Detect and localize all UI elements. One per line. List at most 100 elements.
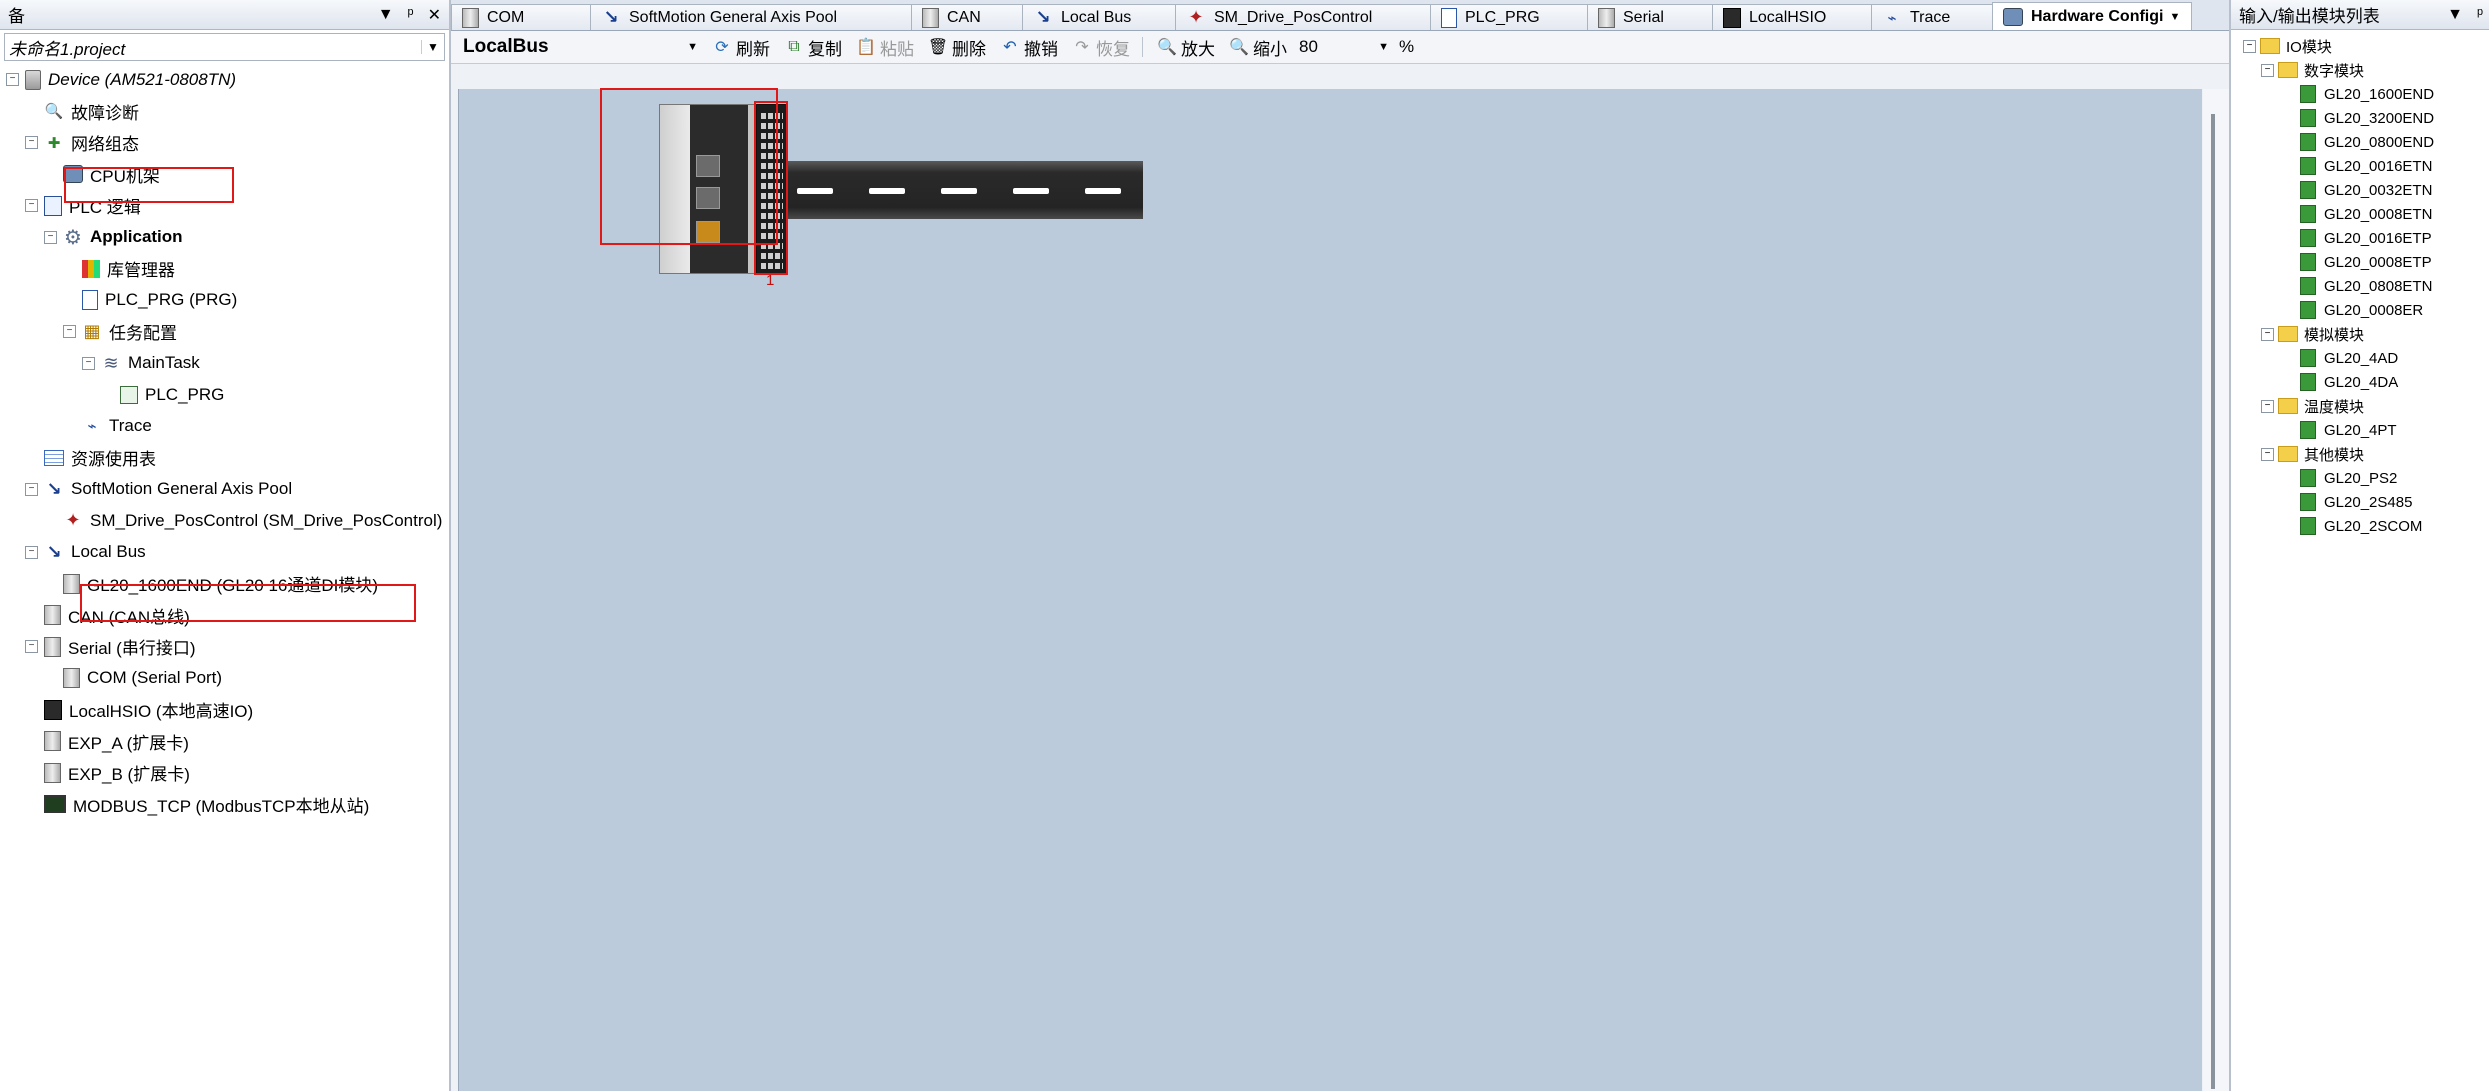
tab-localhsio[interactable]: LocalHSIO — [1712, 4, 1872, 30]
tab-serial[interactable]: Serial — [1587, 4, 1713, 30]
undo-button[interactable]: ↶ 撤销 — [1000, 35, 1058, 60]
io-module-item[interactable]: GL20_0008ETP — [2231, 250, 2489, 274]
io-tree-root[interactable]: − IO模块 — [2231, 34, 2489, 58]
tab-softmotion-general-axis-pool[interactable]: ↘ SoftMotion General Axis Pool — [590, 4, 912, 30]
io-tree-group[interactable]: − 温度模块 — [2231, 394, 2489, 418]
tree-item[interactable]: ⌁ Trace — [0, 411, 449, 443]
zoom-in-button[interactable]: 🔍 放大 — [1157, 35, 1215, 60]
tree-item[interactable]: 🔍 故障诊断 — [0, 96, 449, 128]
io-module-item[interactable]: GL20_0032ETN — [2231, 178, 2489, 202]
tab-plc-prg[interactable]: PLC_PRG — [1430, 4, 1588, 30]
chevron-down-icon[interactable]: ▼ — [687, 41, 698, 53]
collapse-toggle-icon[interactable]: − — [6, 73, 19, 87]
collapse-toggle-icon[interactable]: − — [2243, 39, 2256, 53]
io-module-item[interactable]: GL20_2S485 — [2231, 490, 2489, 514]
copy-button[interactable]: ⧉ 复制 — [784, 35, 842, 60]
panel-menu-button[interactable]: ▼ — [2447, 6, 2463, 24]
io-module-item[interactable]: GL20_0008ETN — [2231, 202, 2489, 226]
chevron-down-icon[interactable]: ▼ — [2169, 11, 2180, 23]
module-icon — [2300, 181, 2316, 199]
collapse-toggle-icon[interactable]: − — [2261, 399, 2274, 413]
collapse-toggle-icon[interactable]: − — [44, 230, 57, 244]
module-icon — [2300, 493, 2316, 511]
folder-icon — [2260, 38, 2280, 54]
io-tree-group[interactable]: − 其他模块 — [2231, 442, 2489, 466]
io-module-item[interactable]: GL20_2SCOM — [2231, 514, 2489, 538]
tree-item-label: LocalHSIO (本地高速IO) — [69, 702, 254, 722]
tab-com[interactable]: COM — [451, 4, 591, 30]
tab-trace[interactable]: ⌁ Trace — [1871, 4, 1993, 30]
tree-item[interactable]: − ↘ Local Bus — [0, 537, 449, 569]
tree-item[interactable]: EXP_A (扩展卡) — [0, 726, 449, 758]
tree-item[interactable]: − ✚ 网络组态 — [0, 127, 449, 159]
tree-item[interactable]: MODBUS_TCP (ModbusTCP本地从站) — [0, 789, 449, 821]
io-module-item[interactable]: GL20_0016ETP — [2231, 226, 2489, 250]
collapse-toggle-icon[interactable]: − — [82, 356, 95, 370]
panel-pin-button[interactable]: ᵖ — [408, 6, 414, 24]
paste-button[interactable]: 📋 粘贴 — [856, 35, 914, 60]
tree-item[interactable]: 资源使用表 — [0, 442, 449, 474]
tree-item[interactable]: ✦ SM_Drive_PosControl (SM_Drive_PosContro… — [0, 505, 449, 537]
tree-item[interactable]: PLC_PRG (PRG) — [0, 285, 449, 317]
tree-item-label: 资源使用表 — [71, 450, 156, 470]
io-module-item[interactable]: GL20_0800END — [2231, 130, 2489, 154]
io-module-item[interactable]: GL20_0008ER — [2231, 298, 2489, 322]
panel-menu-button[interactable]: ▼ — [378, 6, 394, 24]
collapse-toggle-icon[interactable]: − — [2261, 63, 2274, 77]
io-module-item[interactable]: GL20_PS2 — [2231, 466, 2489, 490]
io-module-item[interactable]: GL20_0016ETN — [2231, 154, 2489, 178]
tree-item[interactable]: 库管理器 — [0, 253, 449, 285]
collapse-toggle-icon[interactable]: − — [25, 545, 38, 559]
panel-close-button[interactable]: ✕ — [428, 5, 441, 25]
io-module-item[interactable]: GL20_4AD — [2231, 346, 2489, 370]
tree-item[interactable]: − Device (AM521-0808TN) — [0, 64, 449, 96]
collapse-toggle-icon[interactable]: − — [25, 136, 38, 150]
zoom-out-button[interactable]: 🔍 缩小 — [1229, 35, 1287, 60]
redo-button[interactable]: ↷ 恢复 — [1072, 35, 1130, 60]
delete-button[interactable]: 🗑 删除 — [928, 35, 986, 60]
io-tree-group[interactable]: − 模拟模块 — [2231, 322, 2489, 346]
collapse-toggle-icon[interactable]: − — [63, 325, 76, 339]
collapse-toggle-icon[interactable]: − — [25, 482, 38, 496]
tree-item[interactable]: EXP_B (扩展卡) — [0, 757, 449, 789]
io-module-item[interactable]: GL20_0808ETN — [2231, 274, 2489, 298]
tree-item[interactable]: − ≋ MainTask — [0, 348, 449, 380]
io-module-item[interactable]: GL20_4DA — [2231, 370, 2489, 394]
io-tree-group[interactable]: − 数字模块 — [2231, 58, 2489, 82]
tree-item[interactable]: − ▦ 任务配置 — [0, 316, 449, 348]
io-module-item[interactable]: GL20_4PT — [2231, 418, 2489, 442]
chevron-down-icon[interactable]: ▼ — [421, 40, 444, 54]
panel-pin-button[interactable]: ᵖ — [2477, 6, 2483, 24]
bus-selector[interactable]: LocalBus ▼ — [463, 35, 698, 59]
scrollbar-thumb[interactable] — [2211, 114, 2215, 1089]
tree-item[interactable]: − Serial (串行接口) — [0, 631, 449, 663]
collapse-toggle-icon[interactable]: − — [25, 640, 38, 654]
io-module-item[interactable]: GL20_3200END — [2231, 106, 2489, 130]
tab-sm-drive-poscontrol[interactable]: ✦ SM_Drive_PosControl — [1175, 4, 1431, 30]
tree-item[interactable]: − ⚙ Application — [0, 222, 449, 254]
tree-item-label: 故障诊断 — [71, 103, 139, 123]
tab-local-bus[interactable]: ↘ Local Bus — [1022, 4, 1176, 30]
collapse-toggle-icon[interactable]: − — [2261, 447, 2274, 461]
collapse-toggle-icon[interactable]: − — [25, 199, 38, 213]
tab-hardware-configi[interactable]: Hardware Configi ▼ — [1992, 2, 2192, 30]
drive-icon: ✦ — [1188, 7, 1204, 27]
editor-area: COM ↘ SoftMotion General Axis Pool CAN ↘ Loca… — [451, 0, 2229, 1091]
refresh-button[interactable]: ⟳ 刷新 — [712, 35, 770, 60]
tree-item[interactable]: LocalHSIO (本地高速IO) — [0, 694, 449, 726]
project-selector[interactable]: 未命名1.project ▼ — [4, 33, 445, 61]
vertical-scrollbar[interactable] — [2203, 89, 2229, 1091]
collapse-toggle-icon[interactable]: − — [2261, 327, 2274, 341]
tree-item-label: 其他模块 — [2304, 446, 2365, 464]
tab-can[interactable]: CAN — [911, 4, 1023, 30]
tree-item[interactable]: COM (Serial Port) — [0, 663, 449, 695]
zoom-level-select[interactable]: 80 ▼ — [1299, 37, 1389, 57]
hardware-canvas[interactable]: 1 — [458, 88, 2202, 1091]
io-module-list-panel: 输入/输出模块列表 ▼ ᵖ − IO模块 − 数字模块 GL20_1600END GL20… — [2229, 0, 2489, 1091]
io-module-item[interactable]: GL20_1600END — [2231, 82, 2489, 106]
tree-item[interactable]: PLC_PRG — [0, 379, 449, 411]
tree-item-label: GL20_PS2 — [2324, 469, 2398, 487]
highlight-box-cpu-rack-canvas — [600, 88, 778, 245]
tree-item[interactable]: − ↘ SoftMotion General Axis Pool — [0, 474, 449, 506]
chevron-down-icon[interactable]: ▼ — [1378, 41, 1389, 53]
